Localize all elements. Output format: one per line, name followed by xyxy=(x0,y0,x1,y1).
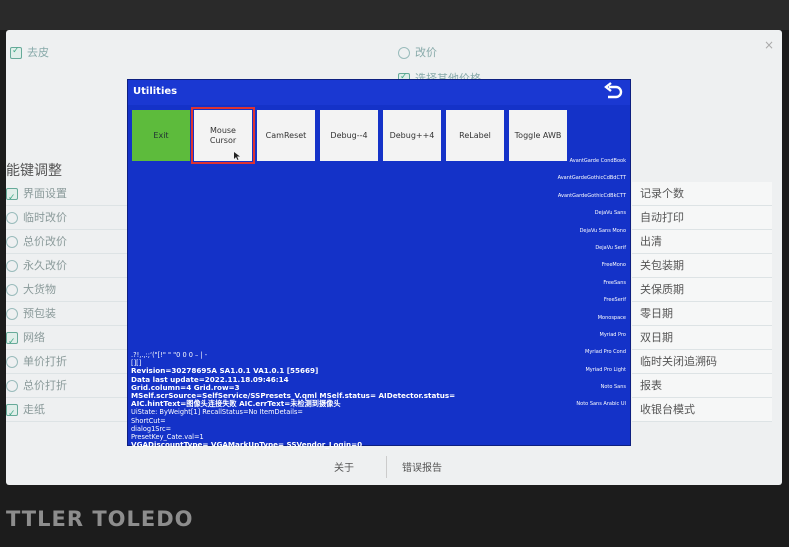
radio-icon xyxy=(6,212,18,224)
back-icon[interactable] xyxy=(602,82,624,102)
utilities-dialog: Utilities Exit Mouse Cursor CamReset Deb… xyxy=(128,80,630,449)
checkbox-icon xyxy=(6,332,18,344)
font-item: AvantGarde CondBook xyxy=(569,158,626,164)
left-item-4[interactable]: 大货物 xyxy=(6,278,128,302)
utilities-header: Utilities xyxy=(128,80,630,105)
bottom-bar: 关于 错误报告 xyxy=(6,450,782,485)
radio-icon xyxy=(6,308,18,320)
font-item: FreeMono xyxy=(601,262,626,269)
font-item: Noto Sans xyxy=(600,384,626,391)
mouse-pointer-icon xyxy=(234,152,240,160)
font-item: AvantGardeGothicCdBdCTT xyxy=(557,175,626,182)
scale-screen: 去皮 改价 选择其他价格 × 能键调整 界面设置 临时改价 总价改价 永久改价 … xyxy=(6,30,782,485)
about-button[interactable]: 关于 xyxy=(334,459,354,474)
radio-icon xyxy=(6,260,18,272)
mouse-cursor-label: Mouse Cursor xyxy=(209,125,237,145)
uistate-line: UiState: ByWeight[1] RecallStatus=No Ite… xyxy=(131,408,303,417)
font-item: Monospace xyxy=(597,314,626,321)
close-icon[interactable]: × xyxy=(764,38,774,52)
change-price-option[interactable]: 改价 xyxy=(398,44,437,60)
font-list: AvantGarde CondBook AvantGardeGothicCdBd… xyxy=(532,153,630,414)
exit-button[interactable]: Exit xyxy=(132,110,190,161)
mouse-cursor-button[interactable]: Mouse Cursor xyxy=(191,107,255,164)
right-item-5[interactable]: 零日期 xyxy=(632,302,772,326)
font-item: DejaVu Sans xyxy=(594,210,626,217)
font-item: DejaVu Serif xyxy=(595,244,626,251)
radio-icon xyxy=(6,356,18,368)
radio-icon xyxy=(6,284,18,296)
radio-icon xyxy=(6,380,18,392)
left-item-8[interactable]: 总价打折 xyxy=(6,374,128,398)
font-item: AvantGardeGothicCdBkCTT xyxy=(557,192,626,199)
checkbox-icon xyxy=(10,47,22,59)
font-item: Noto Sans Arabic UI xyxy=(576,401,626,408)
aic-line: AIC.hintText=图像头连接失败 AIC.errText=未检测到摄像头 xyxy=(131,399,341,409)
right-item-9[interactable]: 收银台模式 xyxy=(632,398,772,422)
left-item-5[interactable]: 预包装 xyxy=(6,302,128,326)
photo-frame-top xyxy=(0,0,789,30)
dialog-src-line: dialog1Src= xyxy=(131,424,172,433)
debug-plus-button[interactable]: Debug++4 xyxy=(383,110,441,161)
left-item-1[interactable]: 临时改价 xyxy=(6,206,128,230)
right-item-7[interactable]: 临时关闭追溯码 xyxy=(632,350,772,374)
font-item: DejaVu Sans Mono xyxy=(579,227,626,234)
font-item: Myriad Pro Light xyxy=(585,366,626,373)
left-item-2[interactable]: 总价改价 xyxy=(6,230,128,254)
font-item: FreeSerif xyxy=(603,297,626,304)
checkbox-icon xyxy=(6,404,18,416)
cam-reset-button[interactable]: CamReset xyxy=(257,110,315,161)
error-report-button[interactable]: 错误报告 xyxy=(402,459,442,474)
font-item: Myriad Pro xyxy=(599,331,626,338)
glyph-sample-line: .?!,.,:;‘("[!" " "0 0 0 – | - xyxy=(131,351,208,359)
bottom-divider xyxy=(386,456,387,478)
right-item-4[interactable]: 关保质期 xyxy=(632,278,772,302)
right-item-1[interactable]: 自动打印 xyxy=(632,206,772,230)
font-item: FreeSans xyxy=(603,279,626,286)
right-item-8[interactable]: 报表 xyxy=(632,374,772,398)
debug-minus-button[interactable]: Debug--4 xyxy=(320,110,378,161)
utilities-title: Utilities xyxy=(133,86,178,97)
left-item-9[interactable]: 走纸 xyxy=(6,398,128,422)
remove-skin-option[interactable]: 去皮 xyxy=(10,44,49,60)
brand-logo-text: TTLER TOLEDO xyxy=(6,507,194,531)
radio-icon xyxy=(6,236,18,248)
right-settings-list: 记录个数 自动打印 出清 关包装期 关保质期 零日期 双日期 临时关闭追溯码 报… xyxy=(632,182,772,422)
shortcut-line: ShortCut= xyxy=(131,416,166,425)
font-item: Myriad Pro Cond xyxy=(585,349,626,356)
relabel-button[interactable]: ReLabel xyxy=(446,110,504,161)
radio-icon xyxy=(398,47,410,59)
left-item-3[interactable]: 永久改价 xyxy=(6,254,128,278)
debug-info: .?!,.,:;‘("[!" " "0 0 0 – | - [][] Revis… xyxy=(131,351,461,449)
left-item-0[interactable]: 界面设置 xyxy=(6,182,128,206)
left-item-7[interactable]: 单价打折 xyxy=(6,350,128,374)
vga-line: VGADiscountType= VGAMarkUpType= SSVendor… xyxy=(131,440,363,450)
left-settings-list: 界面设置 临时改价 总价改价 永久改价 大货物 预包装 网络 单价打折 总价打折… xyxy=(6,182,128,422)
section-title: 能键调整 xyxy=(6,163,62,179)
right-item-0[interactable]: 记录个数 xyxy=(632,182,772,206)
right-item-3[interactable]: 关包装期 xyxy=(632,254,772,278)
checkbox-icon xyxy=(6,188,18,200)
left-item-6[interactable]: 网络 xyxy=(6,326,128,350)
right-item-2[interactable]: 出清 xyxy=(632,230,772,254)
right-item-6[interactable]: 双日期 xyxy=(632,326,772,350)
